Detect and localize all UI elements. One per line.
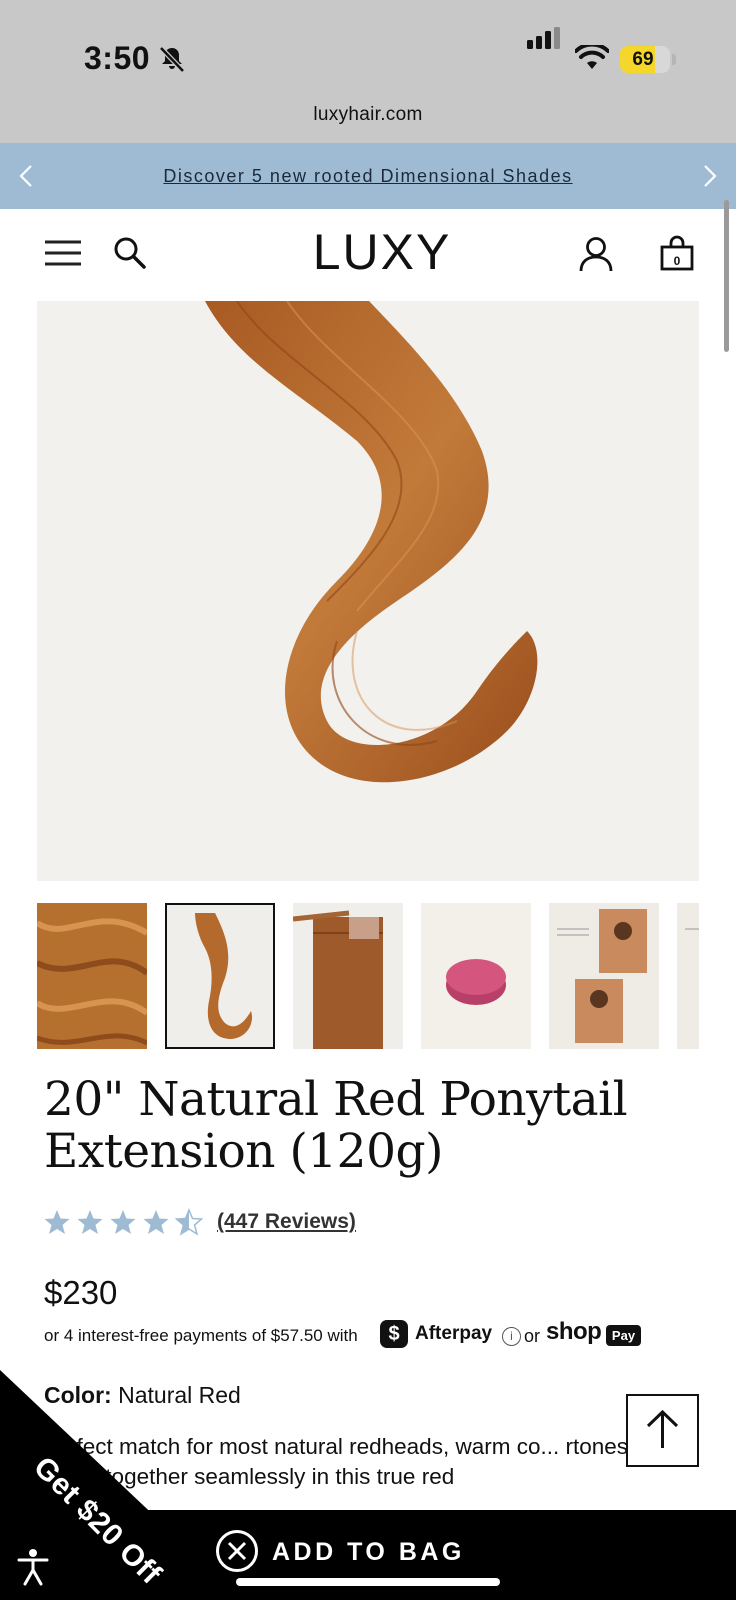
thumbnail-strip bbox=[37, 903, 699, 1049]
battery-nub bbox=[672, 54, 676, 65]
status-time: 3:50 bbox=[84, 40, 151, 76]
thumbnail-guide-2[interactable] bbox=[677, 903, 699, 1049]
star-icon bbox=[77, 1210, 103, 1234]
home-indicator bbox=[236, 1578, 500, 1586]
product-title: 20" Natural Red Ponytail Extension (120g… bbox=[44, 1072, 628, 1179]
browser-chrome: 3:50 69 luxyhair.com bbox=[0, 0, 736, 143]
thumbnail-ponytail[interactable] bbox=[165, 903, 275, 1049]
chevron-right-icon[interactable] bbox=[698, 163, 722, 189]
thumbnail-case[interactable] bbox=[421, 903, 531, 1049]
afterpay-label[interactable]: Afterpay bbox=[415, 1323, 492, 1345]
site-header: LUXY 0 bbox=[0, 209, 736, 301]
product-main-image[interactable] bbox=[37, 301, 699, 881]
account-icon[interactable] bbox=[578, 235, 614, 273]
half-star-icon bbox=[175, 1208, 203, 1236]
installments-text: or 4 interest-free payments of $57.50 wi… bbox=[44, 1326, 358, 1345]
url-bar[interactable]: luxyhair.com bbox=[0, 104, 736, 126]
page-scrollbar[interactable] bbox=[724, 200, 729, 352]
star-icon bbox=[110, 1210, 136, 1234]
add-to-bag-button[interactable]: ADD TO BAG bbox=[272, 1538, 465, 1567]
back-to-top-button[interactable] bbox=[626, 1394, 699, 1467]
shop-pay-logo[interactable]: shop bbox=[546, 1318, 602, 1346]
announcement-bar: Discover 5 new rooted Dimensional Shades bbox=[0, 143, 736, 209]
thumbnail-guide[interactable] bbox=[549, 903, 659, 1049]
announcement-link[interactable]: Discover 5 new rooted Dimensional Shades bbox=[0, 143, 736, 209]
star-icon bbox=[44, 1210, 70, 1234]
arrow-up-icon bbox=[646, 1409, 679, 1448]
info-icon[interactable]: i bbox=[502, 1327, 521, 1346]
afterpay-logo-icon: $ bbox=[380, 1320, 408, 1348]
site-logo[interactable]: LUXY bbox=[0, 223, 736, 281]
wifi-icon bbox=[575, 45, 609, 69]
star-icon bbox=[143, 1210, 169, 1234]
product-price: $230 bbox=[44, 1274, 118, 1311]
ponytail-image bbox=[205, 301, 538, 783]
pay-badge[interactable]: Pay bbox=[606, 1325, 641, 1346]
accessibility-icon[interactable] bbox=[16, 1548, 50, 1586]
thumbnail-hair-closeup[interactable] bbox=[37, 903, 147, 1049]
battery-percent: 69 bbox=[632, 49, 654, 70]
battery-icon: 69 bbox=[620, 46, 670, 73]
cart-count: 0 bbox=[673, 254, 681, 268]
or-label: or bbox=[524, 1326, 541, 1346]
reviews-link[interactable]: (447 Reviews) bbox=[217, 1210, 356, 1234]
close-icon[interactable] bbox=[216, 1530, 258, 1572]
thumbnail-ponytail-wrap[interactable] bbox=[293, 903, 403, 1049]
bell-slash-icon bbox=[159, 46, 185, 73]
